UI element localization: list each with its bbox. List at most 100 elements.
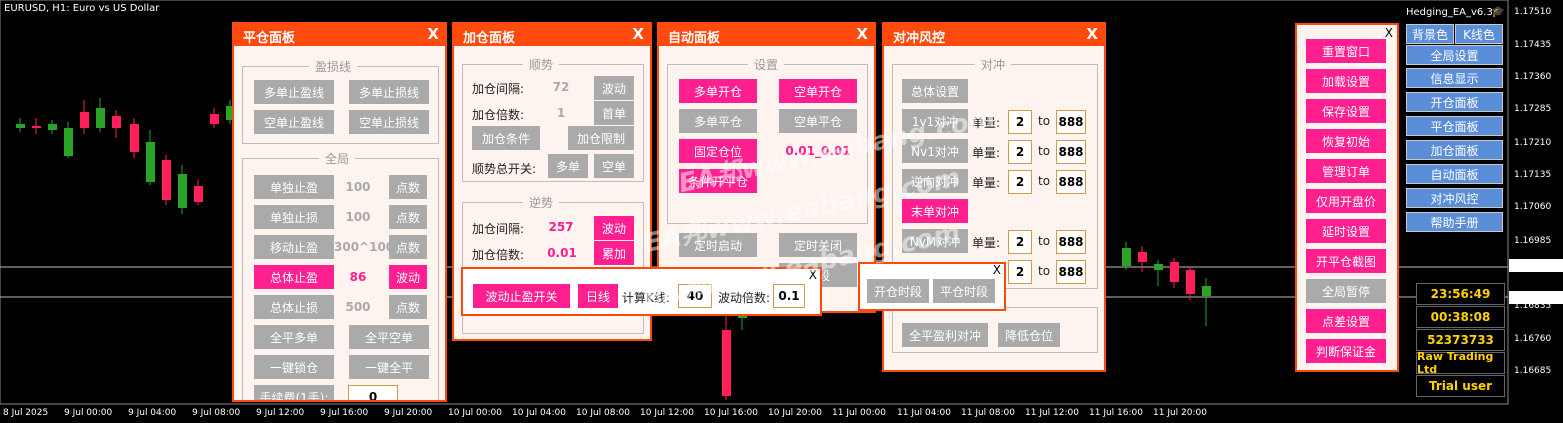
time-axis-label: 10 Jul 20:00 bbox=[768, 408, 822, 418]
reduce-position-button[interactable]: 降低仓位 bbox=[998, 323, 1060, 347]
close-all-sell-button[interactable]: 全平空单 bbox=[349, 325, 429, 349]
trailing-tp-unit-button[interactable]: 点数 bbox=[389, 235, 427, 259]
nav-bg-color-button[interactable]: 背景色 bbox=[1406, 24, 1454, 44]
candle-body bbox=[1170, 262, 1179, 282]
close-panel-header[interactable]: 平仓面板 X bbox=[234, 24, 445, 46]
menu-manage-orders[interactable]: 管理订单 bbox=[1306, 159, 1386, 183]
daily-timeframe-button[interactable]: 日线 bbox=[578, 284, 618, 308]
hedge-nvm-button[interactable]: NvM对冲 bbox=[902, 229, 968, 253]
one-click-close-all-button[interactable]: 一键全平 bbox=[349, 355, 429, 379]
counter-multiplier-mode-button[interactable]: 累加 bbox=[594, 241, 634, 265]
hedge-reverse-qty-label: 单量: bbox=[972, 176, 1001, 190]
calc-kline-input[interactable]: 40 bbox=[678, 284, 712, 308]
add-condition-button[interactable]: 加仓条件 bbox=[472, 126, 540, 150]
sell-sl-line-button[interactable]: 空单止损线 bbox=[349, 110, 429, 134]
hedge-1v1-max-input[interactable]: 888 bbox=[1056, 110, 1086, 134]
trend-switch-buy-button[interactable]: 多单 bbox=[548, 154, 588, 178]
buy-sl-line-button[interactable]: 多单止损线 bbox=[349, 80, 429, 104]
function-menu-close-icon[interactable]: X bbox=[1385, 27, 1393, 39]
auto-settings-group-label: 设置 bbox=[748, 56, 785, 73]
auto-panel-close-icon[interactable]: X bbox=[856, 25, 868, 43]
menu-save-settings[interactable]: 保存设置 bbox=[1306, 99, 1386, 123]
hedge-global-settings-button[interactable]: 总体设置 bbox=[902, 79, 968, 103]
nav-kline-color-label: K线色 bbox=[1463, 27, 1495, 42]
nav-add-panel[interactable]: 加仓面板 bbox=[1406, 140, 1503, 160]
fixed-lot-button[interactable]: 固定仓位 bbox=[679, 139, 757, 163]
menu-delay-settings[interactable]: 延时设置 bbox=[1306, 219, 1386, 243]
menu-restore-defaults[interactable]: 恢复初始 bbox=[1306, 129, 1386, 153]
single-sl-unit-button[interactable]: 点数 bbox=[389, 205, 427, 229]
open-period-button[interactable]: 开仓时段 bbox=[867, 279, 929, 303]
menu-global-pause[interactable]: 全局暂停 bbox=[1306, 279, 1386, 303]
trend-multiplier-mode-button[interactable]: 首单 bbox=[594, 101, 634, 125]
fluctuation-tp-switch-button[interactable]: 波动止盈开关 bbox=[473, 284, 570, 308]
total-sl-value: 500 bbox=[345, 300, 371, 314]
counter-interval-mode-button[interactable]: 波动 bbox=[594, 216, 634, 240]
timer-close-button[interactable]: 定时关闭 bbox=[779, 233, 857, 257]
close-panel-close-icon[interactable]: X bbox=[427, 25, 439, 43]
conditional-open-close-button[interactable]: 条件开平仓 bbox=[679, 169, 757, 193]
menu-check-margin[interactable]: 判断保证金 bbox=[1306, 339, 1386, 363]
hedge-1v1-min-input[interactable]: 2 bbox=[1008, 110, 1032, 134]
hedge-nv1-button[interactable]: Nv1对冲 bbox=[902, 139, 968, 163]
auto-sell-close-button[interactable]: 空单平仓 bbox=[779, 109, 857, 133]
hedge-risk-panel-close-icon[interactable]: X bbox=[1086, 25, 1098, 43]
price-axis-label: 1.16985 bbox=[1514, 236, 1551, 246]
auto-buy-open-button[interactable]: 多单开仓 bbox=[679, 79, 757, 103]
fluctuation-tp-popup: X 波动止盈开关 日线 计算K线: 40 波动倍数: 0.1 bbox=[461, 267, 822, 316]
nav-open-panel[interactable]: 开仓面板 bbox=[1406, 92, 1503, 112]
menu-load-settings[interactable]: 加载设置 bbox=[1306, 69, 1386, 93]
menu-open-price-only[interactable]: 仅用开盘价 bbox=[1306, 189, 1386, 213]
fluctuation-tp-popup-close-icon[interactable]: X bbox=[809, 269, 817, 281]
trend-switch-sell-button[interactable]: 空单 bbox=[594, 154, 634, 178]
nav-auto-panel[interactable]: 自动面板 bbox=[1406, 164, 1503, 184]
single-sl-button[interactable]: 单独止损 bbox=[254, 205, 334, 229]
one-click-lock-button[interactable]: 一键锁仓 bbox=[254, 355, 334, 379]
nav-info-display[interactable]: 信息显示 bbox=[1406, 68, 1503, 88]
sell-tp-line-button[interactable]: 空单止盈线 bbox=[254, 110, 334, 134]
add-position-panel-header[interactable]: 加仓面板 X bbox=[454, 24, 650, 46]
total-sl-unit-button[interactable]: 点数 bbox=[389, 295, 427, 319]
total-tp-unit-button[interactable]: 波动 bbox=[389, 265, 427, 289]
hedge-row5-max-input[interactable]: 888 bbox=[1056, 260, 1086, 284]
auto-buy-close-button[interactable]: 多单平仓 bbox=[679, 109, 757, 133]
nav-kline-color-button[interactable]: K线色 bbox=[1455, 24, 1503, 44]
total-sl-button[interactable]: 总体止损 bbox=[254, 295, 334, 319]
trend-interval-mode-button[interactable]: 波动 bbox=[594, 76, 634, 100]
timer-start-button[interactable]: 定时启动 bbox=[679, 233, 757, 257]
period-popup-close-icon[interactable]: X bbox=[993, 264, 1001, 276]
hedge-last-order-button[interactable]: 末单对冲 bbox=[902, 199, 968, 223]
add-position-panel-close-icon[interactable]: X bbox=[632, 25, 644, 43]
commission-input[interactable]: 0 bbox=[348, 385, 398, 400]
total-tp-button[interactable]: 总体止盈 bbox=[254, 265, 334, 289]
close-all-buy-button[interactable]: 全平多单 bbox=[254, 325, 334, 349]
hedge-reverse-button[interactable]: 逆向对冲 bbox=[902, 169, 968, 193]
auto-panel-header[interactable]: 自动面板 X bbox=[659, 24, 874, 46]
fluct-multiplier-input[interactable]: 0.1 bbox=[773, 284, 805, 308]
nav-global-settings[interactable]: 全局设置 bbox=[1406, 45, 1503, 65]
hedge-nvm-max-input[interactable]: 888 bbox=[1056, 230, 1086, 254]
single-tp-unit-button[interactable]: 点数 bbox=[389, 175, 427, 199]
nav-hedge-risk[interactable]: 对冲风控 bbox=[1406, 188, 1503, 208]
nav-close-panel[interactable]: 平仓面板 bbox=[1406, 116, 1503, 136]
hedge-row5-min-input[interactable]: 2 bbox=[1008, 260, 1032, 284]
hedge-reverse-max-input[interactable]: 888 bbox=[1056, 170, 1086, 194]
buy-tp-line-button[interactable]: 多单止盈线 bbox=[254, 80, 334, 104]
hedge-reverse-min-input[interactable]: 2 bbox=[1008, 170, 1032, 194]
nav-help-manual[interactable]: 帮助手册 bbox=[1406, 212, 1503, 232]
hedge-nvm-min-input[interactable]: 2 bbox=[1008, 230, 1032, 254]
hedge-risk-panel-header[interactable]: 对冲风控 X bbox=[884, 24, 1104, 46]
single-tp-button[interactable]: 单独止盈 bbox=[254, 175, 334, 199]
close-profit-hedge-button[interactable]: 全平盈利对冲 bbox=[902, 323, 988, 347]
menu-trade-screenshot[interactable]: 开平仓截图 bbox=[1306, 249, 1386, 273]
close-period-button[interactable]: 平仓时段 bbox=[933, 279, 995, 303]
menu-reset-window[interactable]: 重置窗口 bbox=[1306, 39, 1386, 63]
hedge-nv1-min-input[interactable]: 2 bbox=[1008, 140, 1032, 164]
add-limit-button[interactable]: 加仓限制 bbox=[568, 126, 634, 150]
hedge-nv1-max-input[interactable]: 888 bbox=[1056, 140, 1086, 164]
hedge-1v1-button[interactable]: 1v1对冲 bbox=[902, 109, 968, 133]
trailing-tp-button[interactable]: 移动止盈 bbox=[254, 235, 334, 259]
menu-spread-settings[interactable]: 点差设置 bbox=[1306, 309, 1386, 333]
auto-sell-open-button[interactable]: 空单开仓 bbox=[779, 79, 857, 103]
single-tp-value: 100 bbox=[345, 180, 371, 194]
